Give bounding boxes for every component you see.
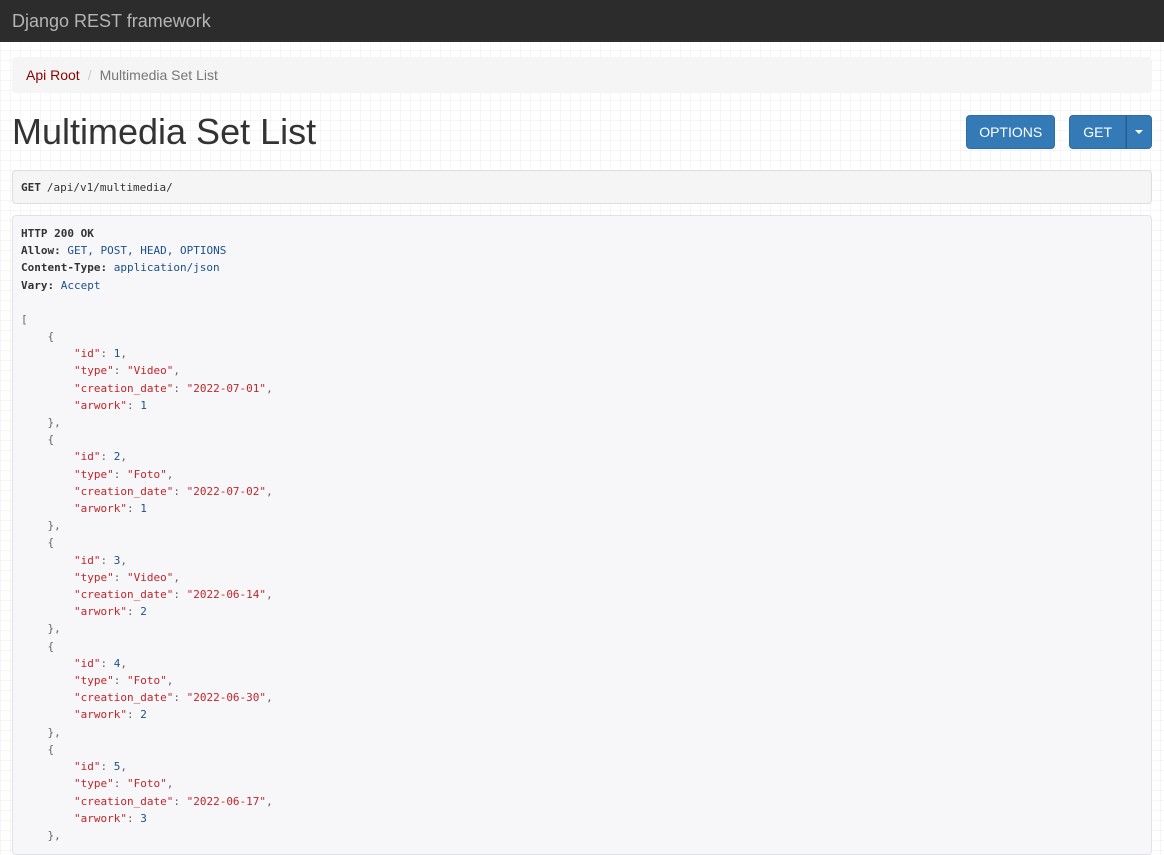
json-field-arwork: "arwork": 2 (73, 708, 147, 722)
json-field-type: "type": "Video", (73, 364, 180, 378)
breadcrumb-current: Multimedia Set List (99, 67, 218, 83)
json-field-arwork: "arwork": 3 (73, 811, 147, 825)
json-object-open: { (47, 639, 55, 653)
request-method: GET (21, 180, 41, 194)
request-path: /api/v1/multimedia/ (46, 180, 173, 194)
navbar: Django REST framework (0, 0, 1164, 42)
json-object-open: { (47, 536, 55, 550)
header-value: GET, POST, HEAD, OPTIONS (60, 244, 227, 258)
json-field-id: "id": 5, (73, 760, 127, 774)
json-field-type: "type": "Foto", (73, 467, 174, 481)
json-object-close: }, (47, 622, 61, 636)
main-content: Api Root / Multimedia Set List Multimedi… (0, 42, 1164, 855)
breadcrumb: Api Root / Multimedia Set List (12, 57, 1152, 93)
get-button[interactable]: GET (1069, 115, 1126, 149)
brand-title[interactable]: Django REST framework (12, 11, 211, 32)
action-buttons: OPTIONS GET (966, 115, 1152, 149)
json-field-type: "type": "Foto", (73, 674, 174, 688)
response-headers: Allow: GET, POST, HEAD, OPTIONS Content-T… (21, 242, 1143, 294)
json-field-id: "id": 3, (73, 553, 127, 567)
response-header-line: Content-Type: application/json (21, 259, 1143, 276)
json-field-creation-date: "creation_date": "2022-07-01", (73, 381, 273, 395)
response-body: [ { "id": 1, "type": "Video", "creation_… (21, 311, 1143, 844)
json-field-id: "id": 2, (73, 450, 127, 464)
json-array-open: [ (21, 312, 28, 326)
header-key: Vary: (21, 278, 55, 292)
json-field-arwork: "arwork": 1 (73, 502, 147, 516)
header-key: Content-Type: (21, 261, 108, 275)
json-field-creation-date: "creation_date": "2022-06-14", (73, 588, 273, 602)
request-info: GET /api/v1/multimedia/ (12, 170, 1152, 204)
json-object-close: }, (47, 725, 61, 739)
header-value: Accept (54, 278, 101, 292)
json-object-close: }, (47, 416, 61, 430)
json-field-id: "id": 4, (73, 656, 127, 670)
json-field-creation-date: "creation_date": "2022-07-02", (73, 484, 273, 498)
breadcrumb-api-root-link[interactable]: Api Root (26, 67, 80, 83)
json-object-close: }, (47, 519, 61, 533)
page-title: Multimedia Set List (12, 111, 317, 152)
json-object-open: { (47, 742, 55, 756)
get-format-dropdown-button[interactable] (1126, 115, 1152, 149)
response-info: HTTP 200 OK Allow: GET, POST, HEAD, OPTI… (12, 215, 1152, 855)
caret-down-icon (1135, 130, 1143, 134)
header-value: application/json (107, 261, 220, 275)
json-object-open: { (47, 433, 55, 447)
json-field-type: "type": "Foto", (73, 777, 174, 791)
options-button[interactable]: OPTIONS (966, 115, 1056, 149)
breadcrumb-separator: / (87, 67, 92, 83)
response-header-line: Vary: Accept (21, 277, 1143, 294)
response-header-line: Allow: GET, POST, HEAD, OPTIONS (21, 242, 1143, 259)
json-field-creation-date: "creation_date": "2022-06-30", (73, 691, 273, 705)
page-header: Multimedia Set List OPTIONS GET (12, 110, 1152, 154)
response-status: HTTP 200 OK (21, 227, 94, 240)
json-field-type: "type": "Video", (73, 570, 180, 584)
json-field-id: "id": 1, (73, 347, 127, 361)
json-object-open: { (47, 330, 55, 344)
json-field-creation-date: "creation_date": "2022-06-17", (73, 794, 273, 808)
get-button-group: GET (1069, 115, 1152, 149)
json-object-close: }, (47, 828, 61, 842)
json-field-arwork: "arwork": 2 (73, 605, 147, 619)
json-field-arwork: "arwork": 1 (73, 398, 147, 412)
header-key: Allow: (21, 244, 61, 258)
